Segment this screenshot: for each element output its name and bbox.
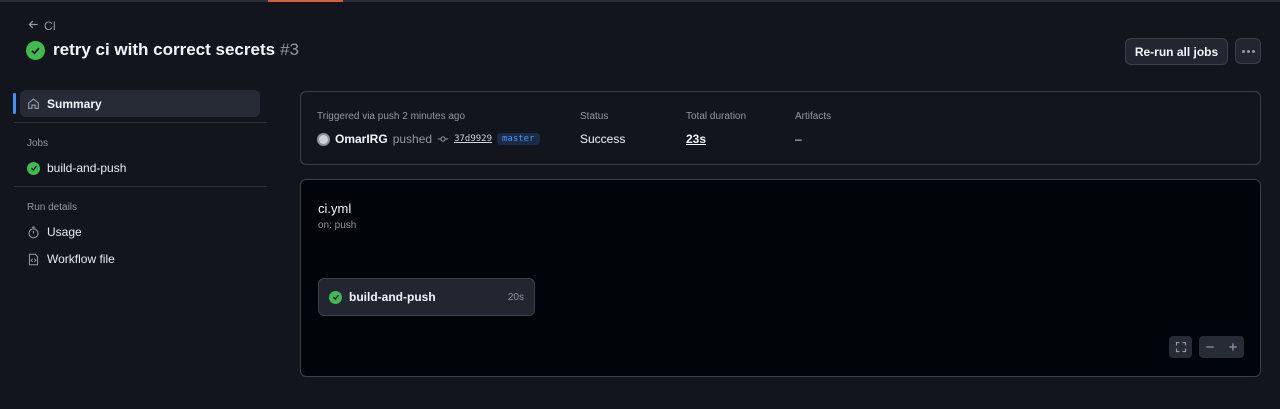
workflow-file-name: ci.yml [318,201,352,216]
zoom-in-button[interactable] [1227,341,1239,353]
sidebar: Summary Jobs build-and-push Run details … [13,90,267,269]
kebab-horizontal-icon [1241,49,1245,53]
action-text: pushed [392,132,433,146]
run-number: #3 [280,40,299,59]
status-label: Status [580,111,609,122]
artifacts-label: Artifacts [795,111,832,122]
job-name: build-and-push [349,290,436,304]
run-title: retry ci with correct secrets #3 [53,40,299,60]
branch-badge[interactable]: master [497,133,540,145]
stopwatch-icon [27,226,40,239]
zoom-controls [1199,336,1244,358]
fullscreen-button[interactable] [1169,336,1192,358]
more-options-button[interactable] [1235,38,1261,64]
fullscreen-icon [1175,341,1186,353]
duration-link[interactable]: 23s [686,132,706,146]
sidebar-item-label: build-and-push [47,161,127,175]
git-commit-icon [437,133,449,145]
back-to-workflow-link[interactable]: CI [28,19,56,33]
job-node-build-and-push[interactable]: build-and-push 20s [318,278,535,316]
job-duration: 20s [507,291,524,303]
kebab-dot [1251,49,1255,53]
plus-icon [1229,343,1237,351]
rerun-all-jobs-button[interactable]: Re-run all jobs [1125,38,1228,65]
run-summary-card: Triggered via push 2 minutes ago OmarIRG… [300,91,1261,165]
sidebar-item-summary[interactable]: Summary [13,90,260,117]
sidebar-divider [14,122,267,123]
sidebar-divider [14,186,267,187]
status-value: Success [580,132,626,146]
jobs-heading: Jobs [27,138,49,149]
success-check-icon [329,290,342,304]
trigger-label: Triggered via push 2 minutes ago [317,111,466,122]
run-title-text: retry ci with correct secrets [53,40,276,59]
top-border [0,0,1280,2]
sidebar-item-build-and-push[interactable]: build-and-push [14,158,267,178]
file-code-icon [27,253,40,266]
success-check-icon [26,40,45,60]
artifacts-value: – [795,132,802,146]
trigger-details: OmarIRG pushed 37d9929 master [317,132,540,146]
actor-link[interactable]: OmarIRG [335,132,388,146]
success-check-icon [27,161,40,175]
workflow-graph: ci.yml on: push build-and-push 20s [300,179,1261,377]
run-title-row: retry ci with correct secrets #3 [26,40,299,60]
arrow-left-icon [28,19,39,33]
sidebar-item-label: Usage [47,225,82,239]
home-icon [27,97,40,110]
workflow-trigger: on: push [318,220,357,231]
commit-sha-link[interactable]: 37d9929 [454,134,492,144]
sidebar-item-label: Summary [47,96,102,111]
back-link-label: CI [44,19,56,33]
avatar[interactable] [317,132,330,146]
minus-icon [1206,346,1214,348]
active-tab-indicator [268,0,343,2]
sidebar-item-workflow-file[interactable]: Workflow file [14,249,267,269]
zoom-out-button[interactable] [1204,341,1216,353]
run-details-heading: Run details [27,202,78,213]
duration-label: Total duration [686,111,747,122]
sidebar-item-usage[interactable]: Usage [14,222,267,242]
sidebar-item-label: Workflow file [47,252,115,266]
kebab-dot [1246,49,1250,53]
